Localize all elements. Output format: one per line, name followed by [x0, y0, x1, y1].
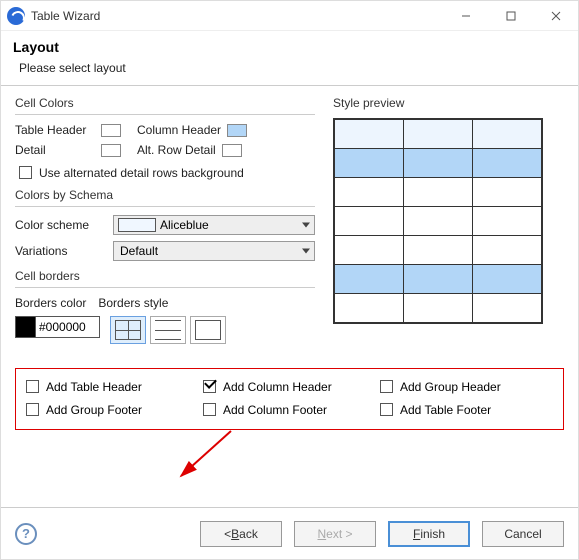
variations-label: Variations [15, 244, 105, 258]
variations-dropdown[interactable]: Default [113, 241, 315, 261]
page-title: Layout [13, 39, 566, 55]
app-icon [7, 7, 25, 25]
table-wizard-window: Table Wizard Layout Please select layout… [0, 0, 579, 560]
page-subtitle: Please select layout [19, 61, 566, 75]
alt-row-detail-label: Alt. Row Detail [137, 143, 216, 157]
annotation-arrow [121, 426, 241, 486]
add-table-header-label: Add Table Header [46, 380, 142, 394]
alt-row-detail-color-swatch[interactable] [222, 144, 242, 157]
add-column-footer-checkbox[interactable] [203, 403, 216, 416]
color-scheme-label: Color scheme [15, 218, 105, 232]
border-color-input[interactable]: #000000 [15, 316, 100, 338]
sections-checkbox-group: Add Table Header Add Column Header Add G… [15, 368, 564, 430]
page-header: Layout Please select layout [1, 31, 578, 86]
chevron-down-icon [302, 223, 310, 228]
next-button[interactable]: Next > [294, 521, 376, 547]
border-color-value: #000000 [36, 320, 99, 334]
add-column-footer-label: Add Column Footer [223, 403, 327, 417]
variations-value: Default [118, 244, 310, 258]
border-style-outer[interactable] [190, 316, 226, 344]
close-button[interactable] [533, 1, 578, 31]
borders-group-label: Cell borders [15, 269, 315, 283]
back-button[interactable]: < Back [200, 521, 282, 547]
help-icon[interactable]: ? [15, 523, 37, 545]
style-preview-label: Style preview [333, 96, 564, 110]
detail-label: Detail [15, 143, 95, 157]
add-group-footer-checkbox[interactable] [26, 403, 39, 416]
add-table-footer-checkbox[interactable] [380, 403, 393, 416]
column-header-label: Column Header [137, 123, 221, 137]
style-preview [333, 118, 543, 324]
table-header-label: Table Header [15, 123, 95, 137]
wizard-button-bar: ? < Back Next > Finish Cancel [1, 507, 578, 559]
add-group-footer-label: Add Group Footer [46, 403, 142, 417]
border-color-swatch [16, 317, 36, 337]
schema-group-label: Colors by Schema [15, 188, 315, 202]
titlebar: Table Wizard [1, 1, 578, 31]
color-scheme-value: Aliceblue [156, 218, 310, 232]
alternated-rows-checkbox[interactable] [19, 166, 32, 179]
column-header-color-swatch[interactable] [227, 124, 247, 137]
add-column-header-checkbox[interactable] [203, 380, 216, 393]
table-header-color-swatch[interactable] [101, 124, 121, 137]
color-scheme-dropdown[interactable]: Aliceblue [113, 215, 315, 235]
scheme-swatch [118, 218, 156, 232]
add-table-header-checkbox[interactable] [26, 380, 39, 393]
add-group-header-checkbox[interactable] [380, 380, 393, 393]
add-group-header-label: Add Group Header [400, 380, 501, 394]
border-style-full[interactable] [110, 316, 146, 344]
add-column-header-label: Add Column Header [223, 380, 332, 394]
borders-color-label: Borders color [15, 296, 86, 310]
borders-style-label: Borders style [98, 296, 168, 310]
minimize-button[interactable] [443, 1, 488, 31]
border-style-horizontal[interactable] [150, 316, 186, 344]
detail-color-swatch[interactable] [101, 144, 121, 157]
cell-colors-label: Cell Colors [15, 96, 315, 110]
content: Cell Colors Table Header Column Header D… [1, 86, 578, 507]
finish-button[interactable]: Finish [388, 521, 470, 547]
cancel-button[interactable]: Cancel [482, 521, 564, 547]
maximize-button[interactable] [488, 1, 533, 31]
alternated-rows-label: Use alternated detail rows background [39, 166, 315, 180]
add-table-footer-label: Add Table Footer [400, 403, 491, 417]
window-title: Table Wizard [31, 9, 100, 23]
chevron-down-icon [302, 249, 310, 254]
